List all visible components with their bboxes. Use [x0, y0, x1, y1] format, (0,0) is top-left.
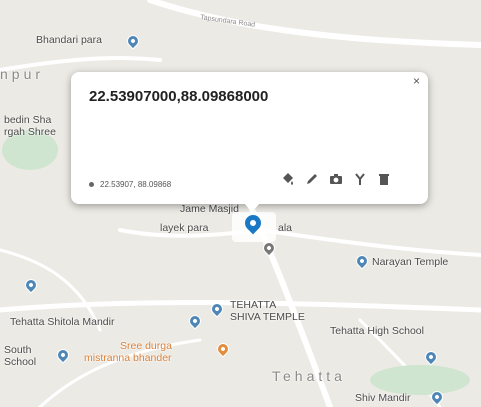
label-jame-masjid: Jame Masjid [180, 203, 239, 215]
label-narayan-temple: Narayan Temple [372, 256, 449, 268]
label-ala: ala [278, 222, 293, 234]
label-school: School [4, 356, 37, 368]
popup-coordinates-title: 22.53907000,88.09868000 [89, 88, 269, 105]
label-npur: npur [0, 66, 45, 82]
label-tehatta-shiva-1: TEHATTA [230, 299, 277, 311]
marker-icon [89, 182, 94, 188]
label-shiv-mandir: Shiv Mandir [355, 392, 411, 404]
label-bedin-sha: bedin Sha [4, 114, 52, 126]
location-pin-icon [241, 211, 265, 235]
trash-icon[interactable] [377, 172, 391, 186]
label-south: South [4, 344, 32, 356]
label-rgah-shree: rgah Shree [4, 126, 56, 138]
label-tehatta-high-school: Tehatta High School [330, 325, 424, 337]
label-sree-durga: Sree durga [120, 340, 172, 352]
route-icon[interactable] [353, 172, 367, 186]
popup-coordinates-short: 22.53907, 88.09868 [89, 180, 171, 189]
camera-icon[interactable] [329, 172, 343, 186]
close-icon[interactable]: × [413, 74, 420, 88]
info-popup: 22.53907000,88.09868000 × 22.53907, 88.0… [71, 72, 428, 204]
selected-location-marker[interactable] [232, 211, 276, 242]
fill-icon[interactable] [281, 172, 295, 186]
pencil-icon[interactable] [305, 172, 319, 186]
label-tehatta-shiva-2: SHIVA TEMPLE [230, 311, 305, 323]
label-tehatta-shitola: Tehatta Shitola Mandir [10, 316, 115, 328]
label-layek-para: layek para [160, 222, 209, 234]
label-mistranna-bhander: mistranna bhander [84, 352, 172, 364]
coords-text: 22.53907, 88.09868 [100, 180, 172, 189]
popup-pointer [244, 203, 260, 212]
label-tehatta: Tehatta [272, 368, 346, 384]
popup-toolbar [281, 172, 391, 186]
label-bhandari-para: Bhandari para [36, 34, 102, 46]
map-canvas[interactable]: Bhandari para Tapsundara Road npur bedin… [0, 0, 481, 407]
